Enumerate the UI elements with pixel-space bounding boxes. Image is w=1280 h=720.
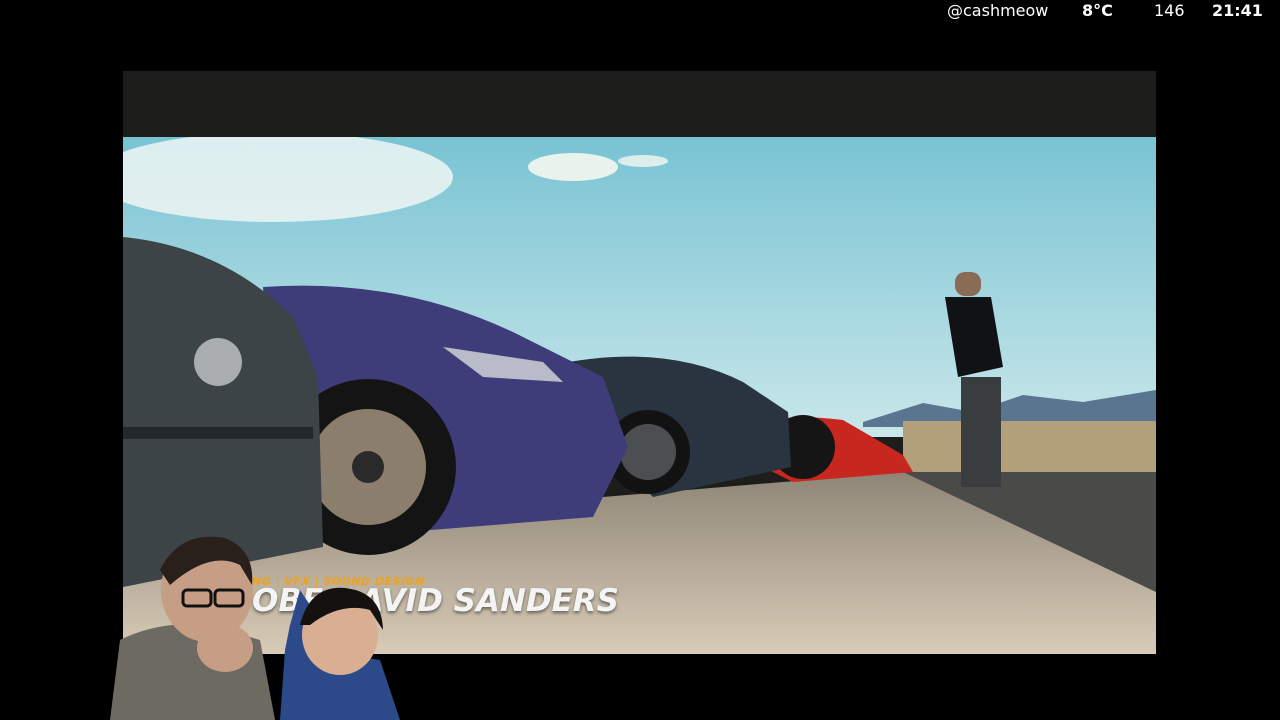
clock: 21:41 [1212, 1, 1263, 20]
temperature: 8°C [1082, 1, 1113, 20]
webcam-overlay [110, 536, 400, 720]
channel-handle: @cashmeow [947, 1, 1049, 20]
viewer-count: 146 [1154, 1, 1185, 20]
status-bar: @cashmeow 8°C 146 21:41 [860, 0, 1280, 24]
